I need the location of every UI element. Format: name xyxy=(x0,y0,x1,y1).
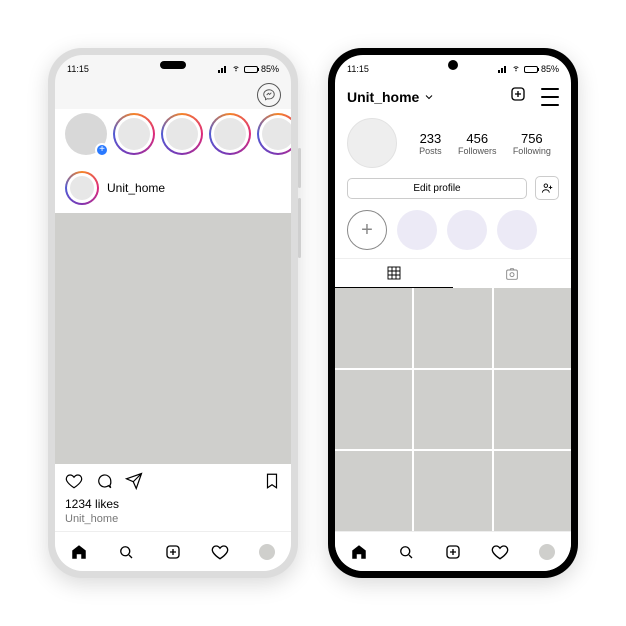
profile-summary: 233 Posts 456 Followers 756 Following xyxy=(335,112,571,172)
grid-cell[interactable] xyxy=(335,370,412,450)
story-item[interactable] xyxy=(209,113,251,155)
wifi-icon xyxy=(511,64,521,74)
story-item[interactable] xyxy=(113,113,155,155)
menu-button[interactable] xyxy=(541,88,559,106)
post-image[interactable] xyxy=(55,213,291,464)
story-item[interactable] xyxy=(161,113,203,155)
avatar-icon xyxy=(259,544,275,560)
posts-grid xyxy=(335,288,571,531)
nav-search[interactable] xyxy=(396,542,416,562)
bottom-nav xyxy=(55,531,291,571)
highlight-item[interactable] xyxy=(497,210,537,250)
post-actions xyxy=(55,464,291,497)
add-story-icon[interactable]: + xyxy=(95,143,109,157)
clock: 11:15 xyxy=(67,64,89,74)
edit-row: Edit profile xyxy=(335,172,571,206)
battery-pct: 85% xyxy=(541,64,559,74)
messenger-button[interactable] xyxy=(257,83,281,107)
grid-cell[interactable] xyxy=(414,370,491,450)
grid-cell[interactable] xyxy=(494,288,571,368)
profile-tabs xyxy=(335,258,571,288)
nav-profile[interactable] xyxy=(257,542,277,562)
signal-icon xyxy=(498,65,508,73)
stat-posts[interactable]: 233 Posts xyxy=(419,131,442,156)
battery-icon xyxy=(244,66,258,73)
phone-profile: 11:15 85% Unit_home xyxy=(328,48,578,578)
post-username[interactable]: Unit_home xyxy=(107,181,165,195)
grid-cell[interactable] xyxy=(414,451,491,531)
comment-button[interactable] xyxy=(95,472,113,495)
battery-pct: 85% xyxy=(261,64,279,74)
nav-profile[interactable] xyxy=(537,542,557,562)
grid-cell[interactable] xyxy=(414,288,491,368)
phone-feed: 11:15 85% + xyxy=(48,48,298,578)
highlight-new[interactable]: + xyxy=(347,210,387,250)
bottom-nav xyxy=(335,531,571,571)
screen-profile: 11:15 85% Unit_home xyxy=(335,55,571,571)
nav-create[interactable] xyxy=(443,542,463,562)
wifi-icon xyxy=(231,64,241,74)
nav-activity[interactable] xyxy=(490,542,510,562)
stat-followers[interactable]: 456 Followers xyxy=(458,131,497,156)
avatar-icon xyxy=(539,544,555,560)
screen-feed: 11:15 85% + xyxy=(55,55,291,571)
highlight-item[interactable] xyxy=(397,210,437,250)
save-button[interactable] xyxy=(263,472,281,495)
header-profile: Unit_home xyxy=(335,79,571,112)
stat-following[interactable]: 756 Following xyxy=(513,131,551,156)
highlight-item[interactable] xyxy=(447,210,487,250)
discover-people-button[interactable] xyxy=(535,176,559,200)
clock: 11:15 xyxy=(347,64,369,74)
share-button[interactable] xyxy=(125,472,143,495)
grid-cell[interactable] xyxy=(335,451,412,531)
stories-tray: + xyxy=(55,109,291,163)
signal-icon xyxy=(218,65,228,73)
story-item[interactable] xyxy=(257,113,291,155)
likes-count[interactable]: 1234 likes xyxy=(55,497,291,511)
grid-cell[interactable] xyxy=(335,288,412,368)
tab-grid[interactable] xyxy=(335,259,453,288)
nav-home[interactable] xyxy=(349,542,369,562)
nav-search[interactable] xyxy=(116,542,136,562)
post-caption: Unit_home xyxy=(55,511,291,531)
battery-icon xyxy=(524,66,538,73)
header-feed xyxy=(55,79,291,109)
username-dropdown[interactable]: Unit_home xyxy=(347,89,435,105)
post-avatar[interactable] xyxy=(65,171,99,205)
status-bar: 11:15 85% xyxy=(55,55,291,79)
like-button[interactable] xyxy=(65,472,83,495)
chevron-down-icon xyxy=(423,91,435,103)
post-header: Unit_home xyxy=(55,163,291,213)
nav-home[interactable] xyxy=(69,542,89,562)
edit-profile-button[interactable]: Edit profile xyxy=(347,178,527,199)
create-button[interactable] xyxy=(509,85,527,108)
grid-cell[interactable] xyxy=(494,451,571,531)
nav-create[interactable] xyxy=(163,542,183,562)
grid-cell[interactable] xyxy=(494,370,571,450)
profile-avatar[interactable] xyxy=(347,118,397,168)
nav-activity[interactable] xyxy=(210,542,230,562)
profile-username: Unit_home xyxy=(347,89,419,105)
story-self[interactable]: + xyxy=(65,113,107,155)
highlights-tray: + xyxy=(335,206,571,258)
tab-tagged[interactable] xyxy=(453,259,571,288)
status-bar: 11:15 85% xyxy=(335,55,571,79)
